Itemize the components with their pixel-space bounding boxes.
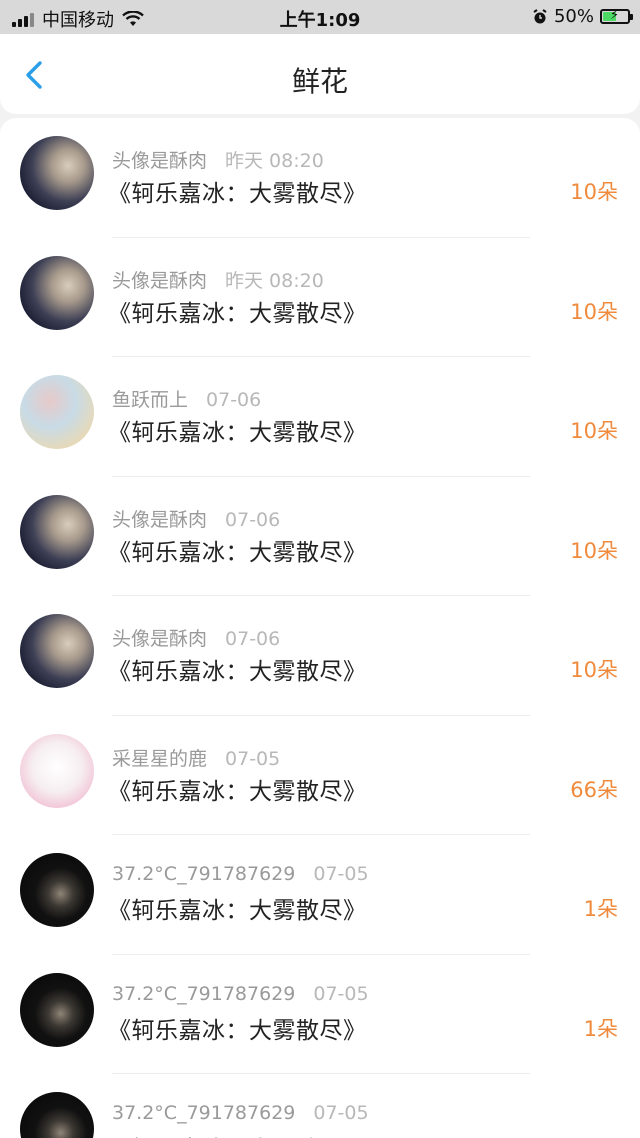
list-item[interactable]: 鱼跃而上 07-06 《轲乐嘉冰：大雾散尽》 10朵 (0, 357, 640, 477)
send-time: 07-05 (313, 1102, 369, 1124)
book-title[interactable]: 《轲乐嘉冰：大雾散尽》 (108, 1130, 367, 1138)
avatar[interactable] (20, 853, 94, 927)
avatar[interactable] (20, 733, 94, 808)
nav-bar: 鲜花 (0, 34, 640, 114)
list-item[interactable]: 采星星的鹿 07-05 《轲乐嘉冰：大雾散尽》 66朵 (0, 716, 640, 835)
sender-meta: 采星星的鹿 07-05 (112, 744, 280, 771)
sender-name[interactable]: 37.2°C_791787629 (112, 983, 295, 1005)
sender-meta: 头像是酥肉 昨天 08:20 (112, 266, 324, 293)
send-time: 07-05 (313, 982, 369, 1005)
avatar[interactable] (20, 614, 94, 688)
sender-name[interactable]: 头像是酥肉 (112, 628, 207, 650)
avatar[interactable] (20, 1092, 94, 1138)
send-time: 07-05 (225, 747, 281, 770)
sender-name[interactable]: 头像是酥肉 (112, 150, 207, 172)
avatar[interactable] (20, 136, 94, 210)
status-bar: 中国移动 上午1:09 50% ⚡ (0, 0, 640, 34)
sender-name[interactable]: 37.2°C_791787629 (112, 1102, 295, 1124)
send-time: 昨天 08:20 (225, 269, 324, 292)
flower-count: 10朵 (570, 658, 618, 682)
flower-count: 10朵 (570, 538, 618, 563)
sender-meta: 头像是酥肉 昨天 08:20 (112, 146, 324, 173)
sender-meta: 头像是酥肉 07-06 (112, 505, 280, 532)
book-title[interactable]: 《轲乐嘉冰：大雾散尽》 (108, 533, 367, 567)
sender-name[interactable]: 鱼跃而上 (112, 389, 188, 411)
send-time: 07-06 (225, 628, 281, 650)
avatar[interactable] (20, 255, 94, 330)
sender-meta: 鱼跃而上 07-06 (112, 385, 261, 412)
avatar[interactable] (20, 494, 94, 569)
list-item[interactable]: 头像是酥肉 昨天 08:20 《轲乐嘉冰：大雾散尽》 10朵 (0, 238, 640, 357)
send-time: 昨天 08:20 (225, 150, 324, 172)
list-item[interactable]: 37.2°C_791787629 07-05 《轲乐嘉冰：大雾散尽》 1朵 (0, 955, 640, 1074)
book-title[interactable]: 《轲乐嘉冰：大雾散尽》 (108, 294, 367, 328)
book-title[interactable]: 《轲乐嘉冰：大雾散尽》 (108, 1011, 367, 1045)
list-item[interactable]: 头像是酥肉 07-06 《轲乐嘉冰：大雾散尽》 10朵 (0, 477, 640, 596)
list-item[interactable]: 头像是酥肉 07-06 《轲乐嘉冰：大雾散尽》 10朵 (0, 596, 640, 716)
flower-list: 头像是酥肉 昨天 08:20 《轲乐嘉冰：大雾散尽》 10朵 头像是酥肉 昨天 08:20… (0, 118, 640, 1138)
sender-meta: 37.2°C_791787629 07-05 (112, 983, 369, 1005)
alarm-icon (533, 8, 547, 23)
sender-meta: 头像是酥肉 07-06 (112, 624, 280, 651)
book-title[interactable]: 《轲乐嘉冰：大雾散尽》 (108, 413, 367, 447)
book-title[interactable]: 《轲乐嘉冰：大雾散尽》 (108, 174, 367, 208)
flower-count: 1朵 (583, 1016, 618, 1041)
book-title[interactable]: 《轲乐嘉冰：大雾散尽》 (108, 891, 367, 925)
battery-percent: 50% (553, 6, 594, 27)
avatar[interactable] (20, 375, 94, 449)
list-item[interactable]: 37.2°C_791787629 07-05 《轲乐嘉冰：大雾散尽》 1朵 (0, 1074, 640, 1138)
sender-name[interactable]: 头像是酥肉 (112, 509, 207, 531)
send-time: 07-06 (225, 508, 281, 531)
flower-count: 66朵 (570, 777, 618, 802)
flower-count: 10朵 (570, 180, 618, 204)
send-time: 07-06 (206, 389, 262, 411)
list-item[interactable]: 37.2°C_791787629 07-05 《轲乐嘉冰：大雾散尽》 1朵 (0, 835, 640, 955)
book-title[interactable]: 《轲乐嘉冰：大雾散尽》 (108, 772, 367, 806)
sender-name[interactable]: 头像是酥肉 (112, 270, 207, 292)
avatar[interactable] (20, 972, 94, 1047)
sender-meta: 37.2°C_791787629 07-05 (112, 1102, 369, 1124)
sender-name[interactable]: 37.2°C_791787629 (112, 863, 295, 885)
battery-icon: ⚡ (600, 8, 633, 24)
list-item[interactable]: 头像是酥肉 昨天 08:20 《轲乐嘉冰：大雾散尽》 10朵 (0, 118, 640, 238)
flower-count: 1朵 (584, 1132, 618, 1138)
sender-meta: 37.2°C_791787629 07-05 (112, 863, 369, 885)
send-time: 07-05 (313, 863, 369, 885)
flower-count: 1朵 (583, 897, 618, 921)
charging-bolt-icon: ⚡ (610, 8, 620, 23)
sender-name[interactable]: 采星星的鹿 (112, 748, 207, 770)
book-title[interactable]: 《轲乐嘉冰：大雾散尽》 (108, 652, 367, 686)
status-right: 50% ⚡ (532, 6, 633, 27)
flower-count: 10朵 (570, 419, 618, 443)
flower-count: 10朵 (570, 299, 618, 324)
page-title: 鲜花 (291, 65, 348, 98)
